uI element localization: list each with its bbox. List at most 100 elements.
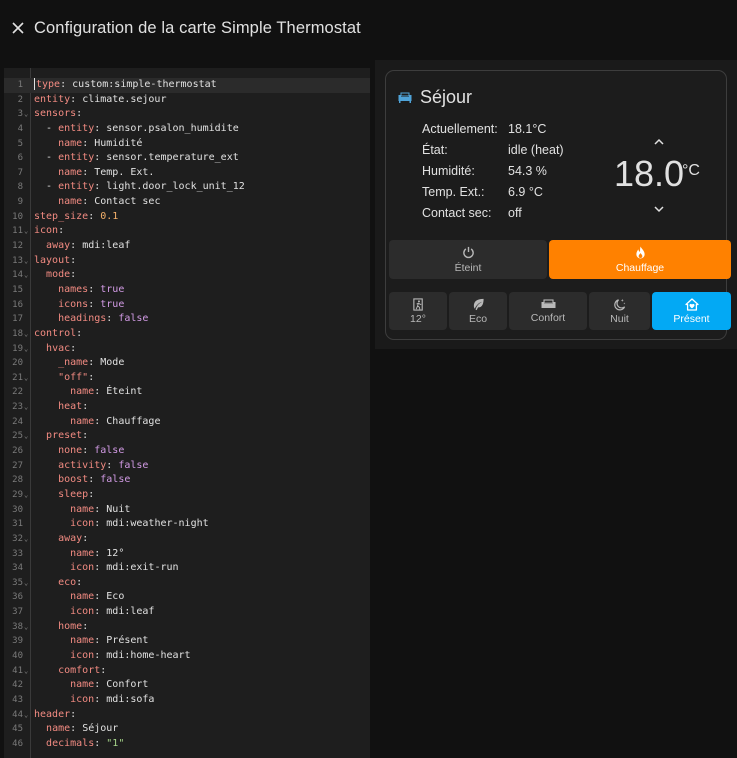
code-line[interactable]: 26 none: false — [4, 444, 370, 459]
code-line[interactable]: 30 name: Nuit — [4, 503, 370, 518]
code-line[interactable]: 34 icon: mdi:exit-run — [4, 561, 370, 576]
fold-chevron-icon[interactable]: ⌄ — [24, 371, 28, 386]
code-line[interactable]: 32 ⌄ away: — [4, 532, 370, 547]
code-line[interactable]: 38 ⌄ home: — [4, 620, 370, 635]
code-line[interactable]: 18 ⌄ control: — [4, 327, 370, 342]
fold-chevron-icon[interactable]: ⌄ — [24, 429, 28, 444]
editor-lines[interactable]: 1 type: custom:simple-thermostat 2 entity: … — [4, 78, 370, 751]
code-line[interactable]: 41 ⌄ comfort: — [4, 664, 370, 679]
code-text: mode: — [46, 269, 77, 281]
hvac-off-button[interactable]: Éteint — [389, 240, 547, 279]
code-text: home: — [58, 620, 89, 632]
fold-chevron-icon[interactable]: ⌄ — [24, 327, 28, 342]
code-text: layout: — [34, 254, 77, 266]
code-line[interactable]: 19 ⌄ hvac: — [4, 342, 370, 357]
fold-chevron-icon[interactable]: ⌄ — [24, 532, 28, 547]
code-line[interactable]: 37 icon: mdi:leaf — [4, 605, 370, 620]
preset-home-button[interactable]: Présent — [652, 292, 731, 330]
code-line[interactable]: 2 entity: climate.sejour — [4, 93, 370, 108]
preset-eco-button[interactable]: Eco — [449, 292, 507, 330]
code-line[interactable]: 31 icon: mdi:weather-night — [4, 517, 370, 532]
code-text: icon: mdi:sofa — [70, 693, 155, 705]
code-line[interactable]: 4 - entity: sensor.psalon_humidite — [4, 122, 370, 137]
code-line[interactable]: 28 boost: false — [4, 473, 370, 488]
fold-chevron-icon[interactable]: ⌄ — [24, 708, 28, 723]
code-line[interactable]: 5 name: Humidité — [4, 137, 370, 152]
fold-chevron-icon[interactable]: ⌄ — [24, 342, 28, 357]
code-line[interactable]: 17 headings: false — [4, 312, 370, 327]
code-text: icon: mdi:leaf — [70, 606, 155, 618]
code-line[interactable]: 44 ⌄ header: — [4, 708, 370, 723]
code-line[interactable]: 42 name: Confort — [4, 678, 370, 693]
target-temperature-unit: °C — [682, 162, 700, 179]
code-text: header: — [34, 708, 77, 720]
code-text: icon: mdi:weather-night — [70, 518, 209, 530]
thermostat-card: Séjour Actuellement: 18.1°C État: idle (… — [385, 70, 731, 340]
line-number: 32 — [12, 533, 23, 544]
fold-chevron-icon[interactable]: ⌄ — [24, 224, 28, 239]
fold-chevron-icon[interactable]: ⌄ — [24, 254, 28, 269]
hvac-heat-button[interactable]: Chauffage — [549, 240, 731, 279]
code-line[interactable]: 3 ⌄ sensors: — [4, 107, 370, 122]
code-line[interactable]: 13 ⌄ layout: — [4, 254, 370, 269]
code-line[interactable]: 35 ⌄ eco: — [4, 576, 370, 591]
yaml-editor[interactable]: 1 type: custom:simple-thermostat 2 entity: … — [4, 68, 370, 758]
fold-chevron-icon[interactable]: ⌄ — [24, 400, 28, 415]
line-number: 28 — [12, 475, 23, 486]
code-line[interactable]: 25 ⌄ preset: — [4, 429, 370, 444]
line-number: 5 — [17, 138, 23, 149]
sensor-row-temp-ext: Temp. Ext.: 6.9 °C — [422, 181, 543, 202]
code-text: name: 12° — [70, 547, 125, 559]
preset-sleep-button[interactable]: Nuit — [589, 292, 650, 330]
code-line[interactable]: 10 step_size: 0.1 — [4, 210, 370, 225]
fold-chevron-icon[interactable]: ⌄ — [24, 268, 28, 283]
code-line[interactable]: 40 icon: mdi:home-heart — [4, 649, 370, 664]
line-number: 3 — [17, 109, 23, 120]
fold-chevron-icon[interactable]: ⌄ — [24, 488, 28, 503]
code-line[interactable]: 1 type: custom:simple-thermostat — [4, 78, 370, 93]
code-line[interactable]: 11 ⌄ icon: — [4, 224, 370, 239]
sensor-row-humidity: Humidité: 54.3 % — [422, 160, 547, 181]
fold-chevron-icon[interactable]: ⌄ — [24, 620, 28, 635]
decrease-button[interactable] — [644, 201, 674, 217]
line-number: 21 — [12, 372, 23, 383]
preset-away-button[interactable]: 12° — [389, 292, 447, 330]
code-line[interactable]: 9 name: Contact sec — [4, 195, 370, 210]
code-line[interactable]: 22 name: Éteint — [4, 385, 370, 400]
code-line[interactable]: 45 name: Séjour — [4, 722, 370, 737]
line-number: 38 — [12, 621, 23, 632]
code-line[interactable]: 29 ⌄ sleep: — [4, 488, 370, 503]
close-button[interactable] — [4, 12, 32, 44]
code-line[interactable]: 16 icons: true — [4, 298, 370, 313]
code-line[interactable]: 39 name: Présent — [4, 634, 370, 649]
code-line[interactable]: 7 name: Temp. Ext. — [4, 166, 370, 181]
hvac-off-label: Éteint — [454, 261, 482, 274]
code-line[interactable]: 14 ⌄ mode: — [4, 268, 370, 283]
fold-chevron-icon[interactable]: ⌄ — [24, 576, 28, 591]
code-line[interactable]: 46 decimals: "1" — [4, 737, 370, 752]
code-line[interactable]: 24 name: Chauffage — [4, 415, 370, 430]
code-line[interactable]: 21 ⌄ "off": — [4, 371, 370, 386]
increase-button[interactable] — [644, 133, 674, 149]
code-line[interactable]: 6 - entity: sensor.temperature_ext — [4, 151, 370, 166]
code-line[interactable]: 43 icon: mdi:sofa — [4, 693, 370, 708]
code-line[interactable]: 27 activity: false — [4, 459, 370, 474]
code-line[interactable]: 8 - entity: light.door_lock_unit_12 — [4, 180, 370, 195]
line-number: 16 — [12, 299, 23, 310]
chevron-down-icon — [654, 205, 664, 212]
fold-chevron-icon[interactable]: ⌄ — [24, 664, 28, 679]
code-line[interactable]: 12 away: mdi:leaf — [4, 239, 370, 254]
line-number: 36 — [12, 592, 23, 603]
line-number: 44 — [12, 709, 23, 720]
fold-chevron-icon[interactable]: ⌄ — [24, 107, 28, 122]
code-line[interactable]: 33 name: 12° — [4, 547, 370, 562]
code-line[interactable]: 15 names: true — [4, 283, 370, 298]
code-text: entity: climate.sejour — [34, 93, 167, 105]
home-heart-icon — [684, 297, 699, 311]
preset-comfort-button[interactable]: Confort — [509, 292, 587, 330]
code-line[interactable]: 23 ⌄ heat: — [4, 400, 370, 415]
code-line[interactable]: 36 name: Eco — [4, 590, 370, 605]
line-number: 23 — [12, 402, 23, 413]
code-text: name: Nuit — [70, 503, 131, 515]
code-line[interactable]: 20 _name: Mode — [4, 356, 370, 371]
